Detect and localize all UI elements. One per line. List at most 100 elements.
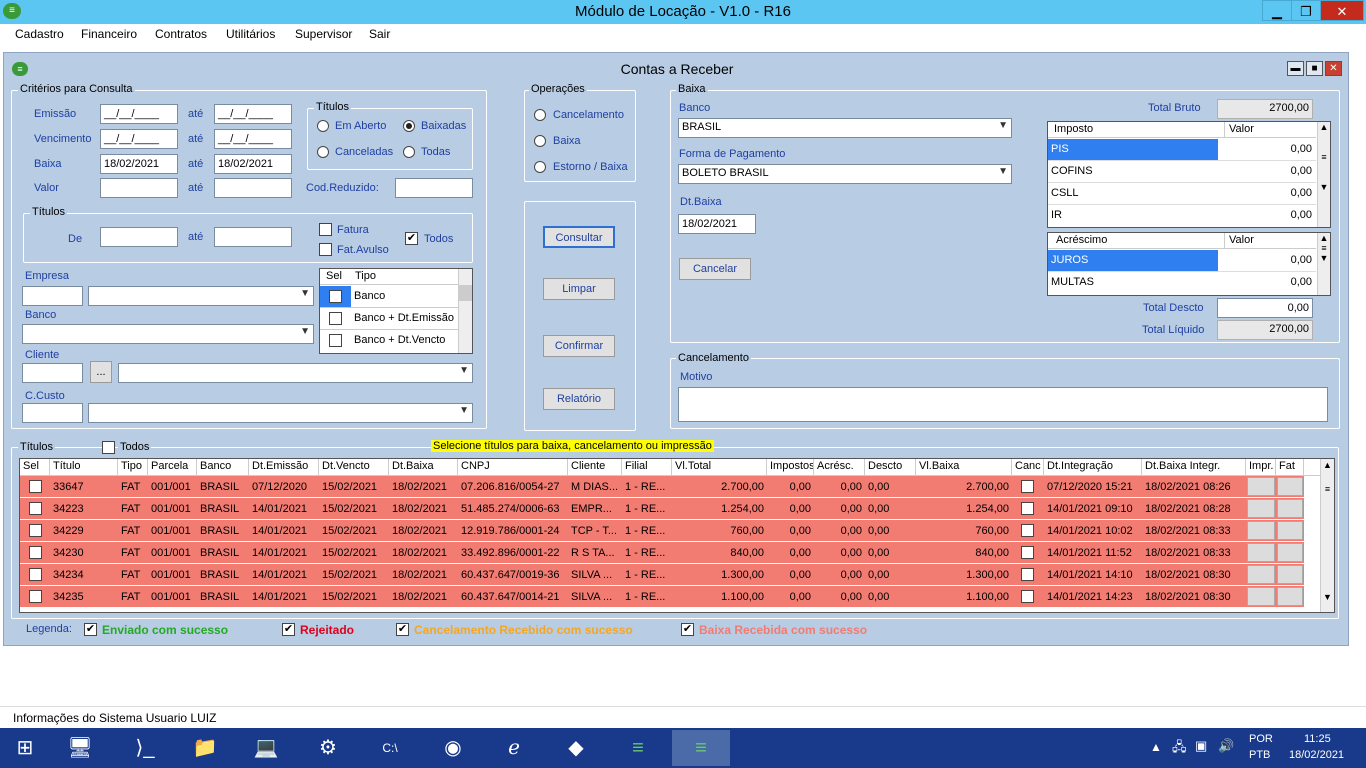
menu-financeiro[interactable]: Financeiro (81, 27, 137, 41)
menu-sair[interactable]: Sair (369, 27, 390, 41)
column-header[interactable]: Cliente (568, 459, 622, 475)
baixa-from-input[interactable]: 18/02/2021 (100, 154, 178, 174)
fat-avulso-checkbox[interactable] (319, 243, 332, 256)
menu-cadastro[interactable]: Cadastro (15, 27, 64, 41)
dt-baixa-input[interactable]: 18/02/2021 (678, 214, 756, 234)
cancel-checkbox[interactable] (1021, 546, 1034, 559)
titulos-grid-scrollbar[interactable]: ▲ ≡ ▼ (1320, 459, 1334, 612)
tray-chevron-icon[interactable]: ▲ (1150, 740, 1162, 754)
print-button[interactable] (1247, 565, 1275, 584)
table-row[interactable]: 34230 FAT 001/001 BRASIL 14/01/2021 15/02/202… (20, 542, 1304, 564)
column-header[interactable]: Banco (197, 459, 249, 475)
estorno-radio[interactable] (534, 161, 546, 173)
vencimento-from-input[interactable]: __/__/____ (100, 129, 178, 149)
acrescimos-scrollbar[interactable]: ▲ ≡ ▼ (1317, 233, 1330, 295)
column-header[interactable]: Parcela (148, 459, 197, 475)
table-row[interactable]: 34235 FAT 001/001 BRASIL 14/01/2021 15/02/202… (20, 586, 1304, 608)
column-header[interactable]: CNPJ (458, 459, 568, 475)
lang-code[interactable]: POR (1249, 733, 1273, 745)
lang-layout[interactable]: PTB (1249, 749, 1270, 761)
chrome-icon[interactable]: ◉ (433, 730, 473, 766)
menu-supervisor[interactable]: Supervisor (295, 27, 352, 41)
column-header[interactable]: Dt.Integração (1044, 459, 1142, 475)
tipo-row[interactable]: Banco + Dt.Vencto (320, 330, 458, 352)
legenda-checkbox[interactable]: ✔ (396, 623, 409, 636)
todos-titulos-checkbox[interactable]: ✔ (405, 232, 418, 245)
column-header[interactable]: Vl.Baixa (916, 459, 1012, 475)
table-row[interactable]: 33647 FAT 001/001 BRASIL 07/12/2020 15/02/202… (20, 476, 1304, 498)
column-header[interactable]: Dt.Emissão (249, 459, 319, 475)
column-header[interactable]: Fat (1276, 459, 1304, 475)
print-button[interactable] (1247, 587, 1275, 606)
print-button[interactable] (1247, 543, 1275, 562)
server-manager-icon[interactable]: 🖥 (60, 730, 100, 766)
cancel-checkbox[interactable] (1021, 590, 1034, 603)
print-button[interactable] (1247, 499, 1275, 518)
settings-gear-icon[interactable]: ⚙ (308, 730, 348, 766)
legenda-checkbox[interactable]: ✔ (282, 623, 295, 636)
impostos-scrollbar[interactable]: ▲ ≡ ▼ (1317, 122, 1330, 227)
tipo-row-checkbox[interactable] (329, 290, 342, 303)
row-select-checkbox[interactable] (29, 524, 42, 537)
table-row[interactable]: 34234 FAT 001/001 BRASIL 14/01/2021 15/02/202… (20, 564, 1304, 586)
print-button[interactable] (1247, 521, 1275, 540)
tipo-row[interactable]: Banco + Dt.Emissão (320, 308, 458, 330)
fatura-button[interactable] (1277, 543, 1303, 562)
clock-time[interactable]: 11:25 (1304, 733, 1331, 745)
table-row[interactable]: 34223 FAT 001/001 BRASIL 14/01/2021 15/02/202… (20, 498, 1304, 520)
clock-date[interactable]: 18/02/2021 (1289, 749, 1344, 761)
ccusto-select[interactable]: ▼ (88, 403, 473, 423)
acrescimo-row[interactable]: JUROS 0,00 (1048, 250, 1316, 272)
fatura-button[interactable] (1277, 499, 1303, 518)
cliente-code-input[interactable] (22, 363, 83, 383)
column-header[interactable]: Sel (20, 459, 50, 475)
legenda-checkbox[interactable]: ✔ (681, 623, 694, 636)
row-select-checkbox[interactable] (29, 590, 42, 603)
imposto-row[interactable]: PIS 0,00 (1048, 139, 1316, 161)
cmd-icon[interactable]: C:\ (370, 730, 410, 766)
fatura-button[interactable] (1277, 521, 1303, 540)
network-icon[interactable]: 🖧 (1172, 738, 1187, 760)
print-button[interactable] (1247, 477, 1275, 496)
form-minimize-button[interactable]: ▬ (1287, 61, 1304, 76)
row-select-checkbox[interactable] (29, 546, 42, 559)
banco-criterio-select[interactable]: ▼ (22, 324, 314, 344)
relatorio-button[interactable]: Relatório (543, 388, 615, 410)
legenda-checkbox[interactable]: ✔ (84, 623, 97, 636)
imposto-row[interactable]: IR 0,00 (1048, 205, 1316, 227)
cancel-checkbox[interactable] (1021, 480, 1034, 493)
baixa-to-input[interactable]: 18/02/2021 (214, 154, 292, 174)
acrescimo-row[interactable]: MULTAS 0,00 (1048, 272, 1316, 294)
cancelar-button[interactable]: Cancelar (679, 258, 751, 280)
tipo-grid-scrollbar[interactable] (458, 269, 472, 353)
minimize-button[interactable]: ▁ (1262, 0, 1292, 21)
row-select-checkbox[interactable] (29, 568, 42, 581)
empresa-code-input[interactable] (22, 286, 83, 306)
volume-icon[interactable]: 🔊 (1218, 738, 1234, 754)
baixa-banco-select[interactable]: BRASIL ▼ (678, 118, 1012, 138)
baixa-radio[interactable] (534, 135, 546, 147)
powershell-icon[interactable]: ⟩_ (125, 730, 165, 766)
fatura-button[interactable] (1277, 587, 1303, 606)
limpar-button[interactable]: Limpar (543, 278, 615, 300)
tipo-row-checkbox[interactable] (329, 334, 342, 347)
column-header[interactable]: Descto (865, 459, 916, 475)
column-header[interactable]: Canc (1012, 459, 1044, 475)
fatura-button[interactable] (1277, 565, 1303, 584)
cliente-select[interactable]: ▼ (118, 363, 473, 383)
column-header[interactable]: Dt.Vencto (319, 459, 389, 475)
cancel-checkbox[interactable] (1021, 568, 1034, 581)
forma-pagamento-select[interactable]: BOLETO BRASIL ▼ (678, 164, 1012, 184)
imposto-row[interactable]: CSLL 0,00 (1048, 183, 1316, 205)
motivo-textarea[interactable] (678, 387, 1328, 422)
maximize-button[interactable]: ❐ (1291, 0, 1321, 21)
emissao-from-input[interactable]: __/__/____ (100, 104, 178, 124)
consultar-button[interactable]: Consultar (543, 226, 615, 248)
row-select-checkbox[interactable] (29, 480, 42, 493)
column-header[interactable]: Tipo (118, 459, 148, 475)
row-select-checkbox[interactable] (29, 502, 42, 515)
confirmar-button[interactable]: Confirmar (543, 335, 615, 357)
baixadas-radio[interactable] (403, 120, 415, 132)
start-icon[interactable]: ⊞ (5, 730, 45, 766)
menu-utilitarios[interactable]: Utilitários (226, 27, 275, 41)
